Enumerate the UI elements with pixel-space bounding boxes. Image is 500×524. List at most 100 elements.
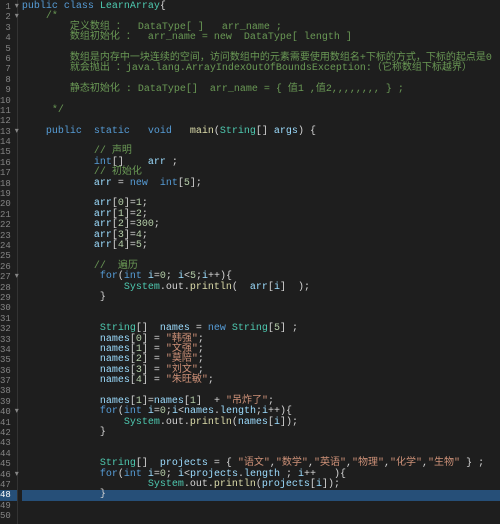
line-number[interactable]: 46▾ [0, 470, 17, 480]
token-id: names [184, 406, 214, 417]
line-number[interactable]: 6 [0, 54, 17, 64]
token-kw: int [124, 469, 148, 480]
code-line[interactable] [22, 501, 500, 511]
code-line[interactable]: 数组初始化 ： arr_name = new DataType[ length … [22, 33, 500, 43]
token-st: "化学" [390, 458, 422, 469]
token-pn: ] = [142, 375, 166, 386]
line-number[interactable]: 22 [0, 220, 17, 230]
line-number[interactable]: 24 [0, 241, 17, 251]
token-pn: ]= [124, 198, 136, 209]
token-pn [22, 167, 94, 178]
token-fn: println [190, 282, 232, 293]
line-number[interactable]: 3 [0, 23, 17, 33]
line-number[interactable]: 38 [0, 386, 17, 396]
line-number[interactable]: 7 [0, 64, 17, 74]
token-id: names [100, 354, 130, 365]
code-line[interactable] [22, 303, 500, 313]
token-pn [22, 32, 70, 43]
line-number[interactable]: 12 [0, 116, 17, 126]
token-pn: ]; [190, 178, 202, 189]
line-number[interactable]: 34 [0, 345, 17, 355]
token-pn: ; [198, 354, 204, 365]
code-line[interactable] [22, 511, 500, 521]
line-number-gutter[interactable]: 1▾2▾345678910111213▾14151617181920212223… [0, 0, 18, 524]
token-pn [22, 219, 94, 230]
line-number[interactable]: 48 [0, 490, 17, 500]
line-number[interactable]: 49 [0, 501, 17, 511]
line-number[interactable]: 37 [0, 376, 17, 386]
token-pn [22, 146, 94, 157]
token-id: arr [94, 230, 112, 241]
code-line[interactable] [22, 96, 500, 106]
line-number[interactable]: 43 [0, 438, 17, 448]
line-number[interactable]: 10 [0, 96, 17, 106]
code-line[interactable]: 静态初始化 : DataType[] arr_name = { 值1 ,值2,,… [22, 85, 500, 95]
line-number[interactable]: 40▾ [0, 407, 17, 417]
line-number[interactable]: 8 [0, 75, 17, 85]
token-pn [22, 323, 100, 334]
token-pn: ; [142, 240, 148, 251]
line-number[interactable]: 4 [0, 33, 17, 43]
line-number[interactable]: 44 [0, 449, 17, 459]
line-number[interactable]: 39 [0, 397, 17, 407]
line-number[interactable]: 31 [0, 314, 17, 324]
line-number[interactable]: 15 [0, 147, 17, 157]
line-number[interactable]: 35 [0, 355, 17, 365]
code-editor: 1▾2▾345678910111213▾14151617181920212223… [0, 0, 500, 524]
line-number[interactable]: 45 [0, 459, 17, 469]
line-number[interactable]: 2▾ [0, 12, 17, 22]
line-number[interactable]: 25 [0, 251, 17, 261]
token-pn [22, 11, 46, 22]
line-number[interactable]: 47 [0, 480, 17, 490]
code-line[interactable]: public static void main(String[] args) { [22, 127, 500, 137]
line-number[interactable]: 29 [0, 293, 17, 303]
line-number[interactable]: 42 [0, 428, 17, 438]
token-pn: ; [208, 375, 214, 386]
code-line[interactable] [22, 438, 500, 448]
line-number[interactable]: 14 [0, 137, 17, 147]
line-number[interactable]: 27▾ [0, 272, 17, 282]
line-number[interactable]: 50 [0, 511, 17, 521]
token-pn [22, 105, 52, 116]
line-number[interactable]: 26 [0, 262, 17, 272]
token-pn: [] [256, 126, 274, 137]
token-st: "语文" [238, 458, 270, 469]
token-pn [22, 334, 100, 345]
token-st: "朱旺敏" [166, 375, 208, 386]
code-line[interactable]: names[4] = "朱旺敏"; [22, 376, 500, 386]
line-number[interactable]: 41 [0, 418, 17, 428]
line-number[interactable]: 16 [0, 158, 17, 168]
line-number[interactable]: 33 [0, 335, 17, 345]
line-number[interactable]: 36 [0, 366, 17, 376]
token-pn: } [22, 292, 106, 303]
code-line[interactable]: arr[4]=5; [22, 241, 500, 251]
code-area[interactable]: public class LearnArray{ /* 定义数组 ： DataT… [18, 0, 500, 524]
token-pn: { [160, 1, 166, 12]
code-line[interactable]: } [22, 490, 500, 500]
line-number[interactable]: 18 [0, 179, 17, 189]
line-number[interactable]: 30 [0, 303, 17, 313]
token-pn [22, 375, 100, 386]
token-id: arr [148, 157, 166, 168]
line-number[interactable]: 21 [0, 210, 17, 220]
token-id: projects [160, 458, 208, 469]
line-number[interactable]: 32 [0, 324, 17, 334]
code-line[interactable]: arr = new int[5]; [22, 179, 500, 189]
code-line[interactable]: public class LearnArray{ [22, 2, 500, 12]
token-id: args [274, 126, 298, 137]
line-number[interactable]: 13▾ [0, 127, 17, 137]
line-number[interactable]: 20 [0, 199, 17, 209]
line-number[interactable]: 9 [0, 85, 17, 95]
line-number[interactable]: 11 [0, 106, 17, 116]
line-number[interactable]: 5 [0, 44, 17, 54]
line-number[interactable]: 28 [0, 283, 17, 293]
line-number[interactable]: 23 [0, 231, 17, 241]
token-pn: ; [166, 271, 178, 282]
code-line[interactable]: */ [22, 106, 500, 116]
code-line[interactable]: 就会抛出 ：java.lang.ArrayIndexOutOfBoundsExc… [22, 64, 500, 74]
line-number[interactable]: 1▾ [0, 2, 17, 12]
code-line[interactable]: } [22, 293, 500, 303]
line-number[interactable]: 19 [0, 189, 17, 199]
line-number[interactable]: 17 [0, 168, 17, 178]
code-line[interactable]: } [22, 428, 500, 438]
